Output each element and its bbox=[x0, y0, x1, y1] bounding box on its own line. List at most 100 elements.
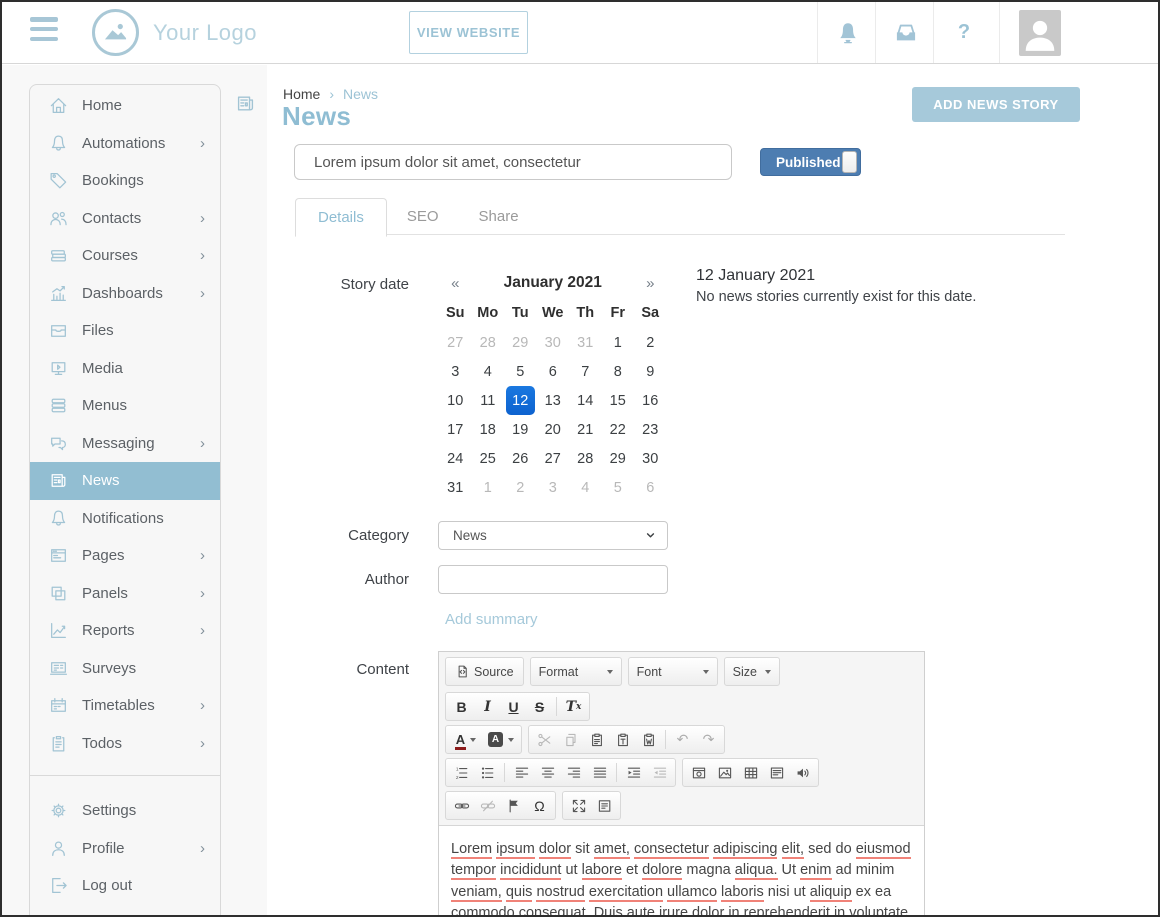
sidebar-item-dashboards[interactable]: Dashboards› bbox=[30, 275, 220, 313]
calendar-day[interactable]: 6 bbox=[634, 473, 667, 502]
tab-share[interactable]: Share bbox=[459, 198, 539, 236]
calendar-day[interactable]: 1 bbox=[472, 473, 505, 502]
calendar-day[interactable]: 14 bbox=[569, 386, 602, 415]
calendar-day[interactable]: 8 bbox=[602, 357, 635, 386]
category-select[interactable]: News bbox=[438, 521, 668, 550]
sidebar-item-surveys[interactable]: Surveys bbox=[30, 650, 220, 688]
calendar-day[interactable]: 20 bbox=[537, 415, 570, 444]
view-website-button[interactable]: VIEW WEBSITE bbox=[409, 11, 528, 54]
calendar-day[interactable]: 9 bbox=[634, 357, 667, 386]
sidebar-item-messaging[interactable]: Messaging› bbox=[30, 425, 220, 463]
calendar-day[interactable]: 22 bbox=[602, 415, 635, 444]
anchor-button[interactable] bbox=[501, 794, 526, 818]
sidebar-item-notifications[interactable]: Notifications bbox=[30, 500, 220, 538]
calendar-day[interactable]: 15 bbox=[602, 386, 635, 415]
audio-button[interactable] bbox=[790, 761, 815, 785]
calendar-day[interactable]: 3 bbox=[537, 473, 570, 502]
calendar-day[interactable]: 4 bbox=[472, 357, 505, 386]
add-news-story-button[interactable]: ADD NEWS STORY bbox=[912, 87, 1080, 122]
add-summary-link[interactable]: Add summary bbox=[445, 611, 538, 628]
paragraph-format-button[interactable]: Format bbox=[534, 660, 618, 684]
calendar-day[interactable]: 16 bbox=[634, 386, 667, 415]
italic-button[interactable]: I bbox=[475, 695, 500, 719]
sidebar-item-courses[interactable]: Courses› bbox=[30, 237, 220, 275]
table-button[interactable] bbox=[738, 761, 763, 785]
calendar-day[interactable]: 24 bbox=[439, 444, 472, 473]
bold-button[interactable]: B bbox=[449, 695, 474, 719]
sidebar-item-profile[interactable]: Profile› bbox=[30, 830, 220, 868]
sidebar-item-pages[interactable]: Pages› bbox=[30, 537, 220, 575]
logo[interactable]: Your Logo bbox=[92, 9, 257, 56]
sidebar-item-log-out[interactable]: Log out bbox=[30, 867, 220, 905]
calendar-day[interactable]: 28 bbox=[569, 444, 602, 473]
editor-content[interactable]: Lorem ipsum dolor sit amet, consectetur … bbox=[439, 826, 924, 915]
calendar-day[interactable]: 18 bbox=[472, 415, 505, 444]
calendar-next-icon[interactable]: » bbox=[634, 275, 667, 292]
calendar-day[interactable]: 2 bbox=[634, 328, 667, 357]
help-icon[interactable]: ? bbox=[936, 2, 992, 63]
sidebar-item-bookings[interactable]: Bookings bbox=[30, 162, 220, 200]
sidebar-item-automations[interactable]: Automations› bbox=[30, 125, 220, 163]
show-blocks-button[interactable] bbox=[592, 794, 617, 818]
sidebar-item-contacts[interactable]: Contacts› bbox=[30, 200, 220, 238]
sidebar-item-files[interactable]: Files bbox=[30, 312, 220, 350]
sidebar-item-reports[interactable]: Reports› bbox=[30, 612, 220, 650]
maximize-button[interactable] bbox=[566, 794, 591, 818]
special-character-button[interactable]: Ω bbox=[527, 794, 552, 818]
notifications-bell-icon[interactable] bbox=[820, 2, 876, 63]
calendar-day[interactable]: 23 bbox=[634, 415, 667, 444]
strike-through-button[interactable]: S bbox=[527, 695, 552, 719]
sidebar-item-timetables[interactable]: Timetables› bbox=[30, 687, 220, 725]
background-color-button[interactable]: A bbox=[484, 728, 518, 752]
calendar-day[interactable]: 19 bbox=[504, 415, 537, 444]
source-button[interactable]: Source bbox=[449, 660, 520, 684]
calendar-day[interactable]: 4 bbox=[569, 473, 602, 502]
calendar-day[interactable]: 27 bbox=[537, 444, 570, 473]
align-center-button[interactable] bbox=[535, 761, 560, 785]
breadcrumb-home[interactable]: Home bbox=[283, 86, 320, 102]
tab-details[interactable]: Details bbox=[295, 198, 387, 237]
avatar[interactable] bbox=[1019, 10, 1061, 56]
calendar-day[interactable]: 7 bbox=[569, 357, 602, 386]
sidebar-item-news[interactable]: News bbox=[30, 462, 220, 500]
calendar-day[interactable]: 29 bbox=[504, 328, 537, 357]
calendar-day[interactable]: 27 bbox=[439, 328, 472, 357]
calendar-day[interactable]: 26 bbox=[504, 444, 537, 473]
font-name-button[interactable]: Font bbox=[632, 660, 714, 684]
calendar-day[interactable]: 5 bbox=[504, 357, 537, 386]
hamburger-menu-icon[interactable] bbox=[30, 17, 58, 41]
image-button[interactable] bbox=[712, 761, 737, 785]
link-button[interactable] bbox=[449, 794, 474, 818]
bulleted-list-button[interactable] bbox=[475, 761, 500, 785]
numbered-list-button[interactable]: 12 bbox=[449, 761, 474, 785]
sidebar-item-media[interactable]: Media bbox=[30, 350, 220, 388]
calendar-day[interactable]: 25 bbox=[472, 444, 505, 473]
inbox-tray-icon[interactable] bbox=[878, 2, 934, 63]
calendar-day-selected[interactable]: 12 bbox=[506, 386, 535, 415]
align-justify-button[interactable] bbox=[587, 761, 612, 785]
calendar-day[interactable]: 3 bbox=[439, 357, 472, 386]
sidebar-item-menus[interactable]: Menus bbox=[30, 387, 220, 425]
calendar-day[interactable]: 2 bbox=[504, 473, 537, 502]
tab-seo[interactable]: SEO bbox=[387, 198, 459, 236]
calendar-day[interactable]: 31 bbox=[569, 328, 602, 357]
paste-from-word-button[interactable] bbox=[636, 728, 661, 752]
sidebar-item-panels[interactable]: Panels› bbox=[30, 575, 220, 613]
calendar-day[interactable]: 31 bbox=[439, 473, 472, 502]
font-size-button[interactable]: Size bbox=[728, 660, 776, 684]
sidebar-item-home[interactable]: Home bbox=[30, 87, 220, 125]
calendar-day[interactable]: 29 bbox=[602, 444, 635, 473]
calendar-day[interactable]: 21 bbox=[569, 415, 602, 444]
author-input[interactable] bbox=[438, 565, 668, 594]
calendar-day[interactable]: 30 bbox=[537, 328, 570, 357]
calendar-day[interactable]: 13 bbox=[537, 386, 570, 415]
iframe-button[interactable] bbox=[686, 761, 711, 785]
story-title-input[interactable] bbox=[294, 144, 732, 180]
remove-format-button[interactable]: Tx bbox=[561, 695, 586, 719]
div-container-button[interactable] bbox=[764, 761, 789, 785]
align-right-button[interactable] bbox=[561, 761, 586, 785]
calendar-day[interactable]: 10 bbox=[439, 386, 472, 415]
calendar-day[interactable]: 30 bbox=[634, 444, 667, 473]
calendar-day[interactable]: 5 bbox=[602, 473, 635, 502]
calendar-day[interactable]: 28 bbox=[472, 328, 505, 357]
